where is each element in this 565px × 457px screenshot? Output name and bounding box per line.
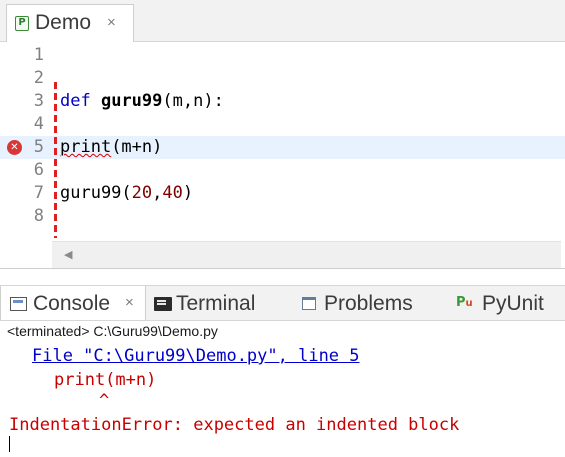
tab-pyunit[interactable]: Pu PyUnit: [452, 286, 562, 320]
tab-problems[interactable]: Problems: [298, 286, 440, 320]
tab-label: Terminal: [176, 292, 256, 315]
code-text[interactable]: def guru99(m,n):: [60, 90, 224, 113]
terminal-icon: [154, 297, 172, 311]
tab-label: PyUnit: [482, 292, 544, 315]
horizontal-scrollbar[interactable]: ◀: [52, 241, 561, 268]
indentation-error-marker: [54, 82, 57, 238]
close-paren: ): [182, 183, 194, 203]
code-text[interactable]: print(m+n): [60, 136, 162, 159]
close-icon[interactable]: ×: [125, 294, 134, 311]
console-cursor: [9, 436, 10, 452]
problems-icon: [302, 297, 316, 310]
editor-tab-title: Demo: [35, 11, 92, 34]
line-number: 4: [33, 114, 44, 134]
code-text[interactable]: guru99(20,40): [60, 182, 193, 205]
error-x-icon[interactable]: ✕: [7, 140, 22, 155]
function-name: guru99: [100, 91, 163, 111]
line-number: 3: [33, 91, 44, 111]
editor-tab-demo[interactable]: P Demo ×: [6, 4, 134, 42]
editor-tab-bar: P Demo ×: [0, 0, 565, 42]
tab-console[interactable]: Console ×: [0, 286, 146, 320]
line-number: 5: [33, 137, 44, 157]
code-editor[interactable]: 1 2 3 def guru99(m,n): 4 ✕ 5 print(m+n) …: [0, 42, 565, 268]
code-line-1: 1: [0, 44, 565, 67]
pyunit-icon-p: P: [456, 295, 466, 310]
code-line-6: 6: [0, 159, 565, 182]
python-file-icon: P: [15, 16, 29, 31]
scroll-left-icon[interactable]: ◀: [64, 248, 72, 261]
code-line-4: 4: [0, 113, 565, 136]
error-word: print: [60, 137, 112, 157]
line-number: 6: [33, 160, 44, 180]
function-call: guru99(: [60, 183, 132, 203]
traceback-file-link[interactable]: File "C:\Guru99\Demo.py", line 5: [32, 345, 360, 367]
line-number: 1: [33, 45, 44, 65]
tab-terminal[interactable]: Terminal: [150, 286, 290, 320]
console-status: <terminated> C:\Guru99\Demo.py: [7, 323, 218, 339]
console-tab-bar: Console × Terminal Problems Pu PyUnit: [0, 285, 565, 321]
error-message: IndentationError: expected an indented b…: [9, 415, 460, 435]
function-params: (m,n):: [162, 91, 224, 111]
line-number: 2: [33, 68, 44, 88]
comma: ,: [152, 183, 163, 203]
close-icon[interactable]: ×: [107, 14, 116, 31]
line-number: 8: [33, 206, 44, 226]
console-icon: [10, 297, 27, 311]
line-number: 7: [33, 183, 44, 203]
code-line-8: 8: [0, 205, 565, 228]
code-line-3: 3 def guru99(m,n):: [0, 90, 565, 113]
code-line-2: 2: [0, 67, 565, 90]
pyunit-icon-u: u: [465, 298, 473, 309]
number-literal: 20: [131, 183, 153, 203]
keyword-def: def: [60, 91, 91, 111]
code-rest: (m+n): [111, 137, 163, 157]
error-caret: ^: [99, 391, 110, 411]
code-line-5: ✕ 5 print(m+n): [0, 136, 565, 159]
panel-separator[interactable]: [0, 268, 565, 282]
tab-label: Console: [33, 292, 111, 315]
tab-label: Problems: [324, 292, 413, 315]
number-literal: 40: [162, 183, 183, 203]
pyunit-icon: Pu: [456, 295, 473, 310]
code-line-7: 7 guru99(20,40): [0, 182, 565, 205]
traceback-code-line: print(m+n): [54, 370, 157, 390]
